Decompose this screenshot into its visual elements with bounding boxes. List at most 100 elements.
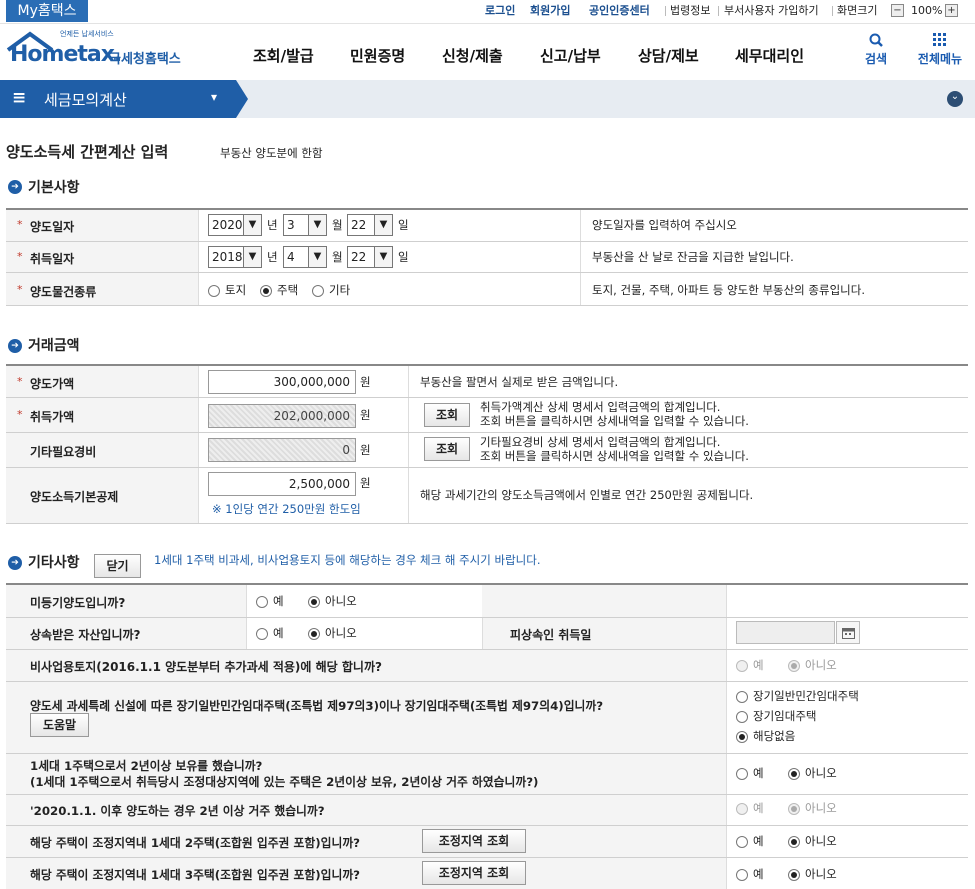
radio-other[interactable]: [312, 285, 324, 297]
login-link[interactable]: 로그인: [485, 4, 515, 18]
region-lookup-button[interactable]: 조정지역 조회: [422, 829, 526, 853]
radio-house[interactable]: [260, 285, 272, 297]
search-label: 검색: [864, 52, 888, 66]
acq-year-select[interactable]: 2018 ▼: [208, 246, 262, 268]
zoom-in-button[interactable]: +: [945, 4, 958, 17]
region-lookup-button[interactable]: 조정지역 조회: [422, 861, 526, 885]
q-nonbusiness-land: 비사업용토지(2016.1.1 양도분부터 추가과세 적용)에 해당 합니까?: [30, 660, 382, 674]
q-two-houses-no[interactable]: [788, 836, 800, 848]
other-section-title: 기타사항: [28, 555, 80, 571]
page-subtitle: 부동산 양도분에 한함: [220, 146, 323, 160]
required-mark: *: [17, 408, 23, 421]
q-nonbusiness-no[interactable]: [788, 660, 800, 672]
q-rental-opt-long[interactable]: [736, 711, 748, 723]
calendar-button[interactable]: [836, 621, 860, 644]
dept-user-signup-link[interactable]: 부서사용자 가입하기: [724, 4, 819, 18]
logo-tagline: 언제든 납세서비스: [60, 30, 114, 38]
acq-month-select[interactable]: 4 ▼: [283, 246, 327, 268]
row-divider: [6, 272, 968, 273]
menu-inquiry[interactable]: 조회/발급: [253, 45, 314, 66]
won-unit: 원: [360, 408, 371, 422]
chevron-down-icon: ▼: [374, 247, 392, 267]
breadcrumb-current[interactable]: ≡ 세금모의계산 ▾: [0, 80, 236, 118]
help-button[interactable]: 도움말: [30, 713, 89, 737]
sale-year-value: 2020: [212, 218, 243, 232]
acq-day-select[interactable]: 22 ▼: [347, 246, 393, 268]
q-three-houses-yes[interactable]: [736, 869, 748, 881]
decedent-acq-date-input[interactable]: [736, 621, 835, 644]
acq-price-input[interactable]: 202,000,000: [208, 404, 356, 428]
row-divider: [6, 397, 968, 398]
section-bullet-icon: ➔: [8, 180, 22, 194]
radio-land[interactable]: [208, 285, 220, 297]
law-info-link[interactable]: 법령정보: [670, 4, 710, 18]
row-divider: [6, 467, 968, 468]
chevron-down-icon: ▼: [308, 215, 326, 235]
chevron-down-icon: ▼: [374, 215, 392, 235]
sale-price-input[interactable]: 300,000,000: [208, 370, 356, 394]
menu-apply[interactable]: 신청/제출: [442, 45, 503, 66]
row-divider: [6, 649, 968, 650]
divider: [580, 210, 581, 305]
q-nonbusiness-yes[interactable]: [736, 660, 748, 672]
divider: [482, 617, 483, 649]
radio-other-label: 기타: [329, 283, 351, 297]
sale-month-select[interactable]: 3 ▼: [283, 214, 327, 236]
q-one-house-no[interactable]: [788, 768, 800, 780]
q-unregistered-no[interactable]: [308, 596, 320, 608]
q-residence-yes[interactable]: [736, 803, 748, 815]
cert-center-link[interactable]: 공인인증센터: [589, 4, 650, 18]
other-cost-label: 기타필요경비: [30, 445, 97, 459]
acq-price-lookup-button[interactable]: 조회: [424, 403, 470, 427]
sale-day-select[interactable]: 22 ▼: [347, 214, 393, 236]
my-hometax-tab[interactable]: My홈택스: [6, 0, 88, 22]
chevron-down-icon: ▼: [243, 247, 261, 267]
q-unregistered-yes[interactable]: [256, 596, 268, 608]
row-divider: [6, 753, 968, 754]
yes-label: 예: [273, 626, 284, 640]
menu-consult[interactable]: 상담/제보: [638, 45, 699, 66]
acq-date-help: 부동산을 산 날로 잔금을 지급한 날입니다.: [592, 250, 794, 264]
rental-opt-1-label: 장기일반민간임대주택: [753, 689, 859, 703]
won-unit: 원: [360, 443, 371, 457]
search-button[interactable]: 검색: [858, 33, 894, 67]
signup-link[interactable]: 회원가입: [530, 4, 570, 18]
other-cost-lookup-button[interactable]: 조회: [424, 437, 470, 461]
radio-house-label: 주택: [277, 283, 299, 297]
chevron-down-icon: ▾: [211, 90, 218, 104]
basic-deduction-help: 해당 과세기간의 양도소득금액에서 인별로 연간 250만원 공제됩니다.: [420, 488, 754, 502]
chevron-down-icon: ▼: [243, 215, 261, 235]
q-three-houses: 해당 주택이 조정지역내 1세대 3주택(조합원 입주권 포함)입니까?: [30, 868, 361, 882]
divider: [198, 210, 199, 305]
q-one-house-yes[interactable]: [736, 768, 748, 780]
q-three-houses-no[interactable]: [788, 869, 800, 881]
sale-year-select[interactable]: 2020 ▼: [208, 214, 262, 236]
year-unit: 년: [267, 218, 278, 232]
q-two-houses-yes[interactable]: [736, 836, 748, 848]
menu-certificate[interactable]: 민원증명: [350, 45, 405, 66]
asset-type-help: 토지, 건물, 주택, 아파트 등 양도한 부동산의 종류입니다.: [592, 283, 865, 297]
q-inherited-no[interactable]: [308, 628, 320, 640]
q-rental-opt-none[interactable]: [736, 731, 748, 743]
all-menu-button[interactable]: 전체메뉴: [910, 33, 970, 67]
top-utility-bar: My홈택스 로그인 회원가입 공인인증센터 법령정보 부서사용자 가입하기 화면…: [0, 0, 975, 24]
q-rental-housing: 양도세 과세특례 신설에 따른 장기일반민간임대주택(조특법 제97의3)이나 …: [30, 699, 604, 713]
acq-price-label: 취득가액: [30, 410, 75, 424]
q-rental-opt-long-private[interactable]: [736, 691, 748, 703]
other-cost-input[interactable]: 0: [208, 438, 356, 462]
screen-size-label: 화면크기: [837, 4, 878, 17]
row-divider: [6, 857, 968, 858]
day-unit: 일: [398, 218, 409, 232]
close-section-button[interactable]: 닫기: [94, 554, 141, 578]
hamburger-icon: ≡: [12, 88, 27, 108]
q-residence-no[interactable]: [788, 803, 800, 815]
no-label: 아니오: [805, 867, 837, 881]
expand-circle-icon[interactable]: ⌄: [947, 91, 963, 107]
menu-tax-agent[interactable]: 세무대리인: [735, 45, 804, 66]
q-inherited-yes[interactable]: [256, 628, 268, 640]
menu-filing[interactable]: 신고/납부: [540, 45, 601, 66]
hometax-logo[interactable]: 언제든 납세서비스 Hometax. 국세청홈택스: [6, 28, 191, 74]
zoom-out-button[interactable]: −: [891, 4, 904, 17]
divider: [718, 6, 719, 16]
basic-deduction-input[interactable]: 2,500,000: [208, 472, 356, 496]
